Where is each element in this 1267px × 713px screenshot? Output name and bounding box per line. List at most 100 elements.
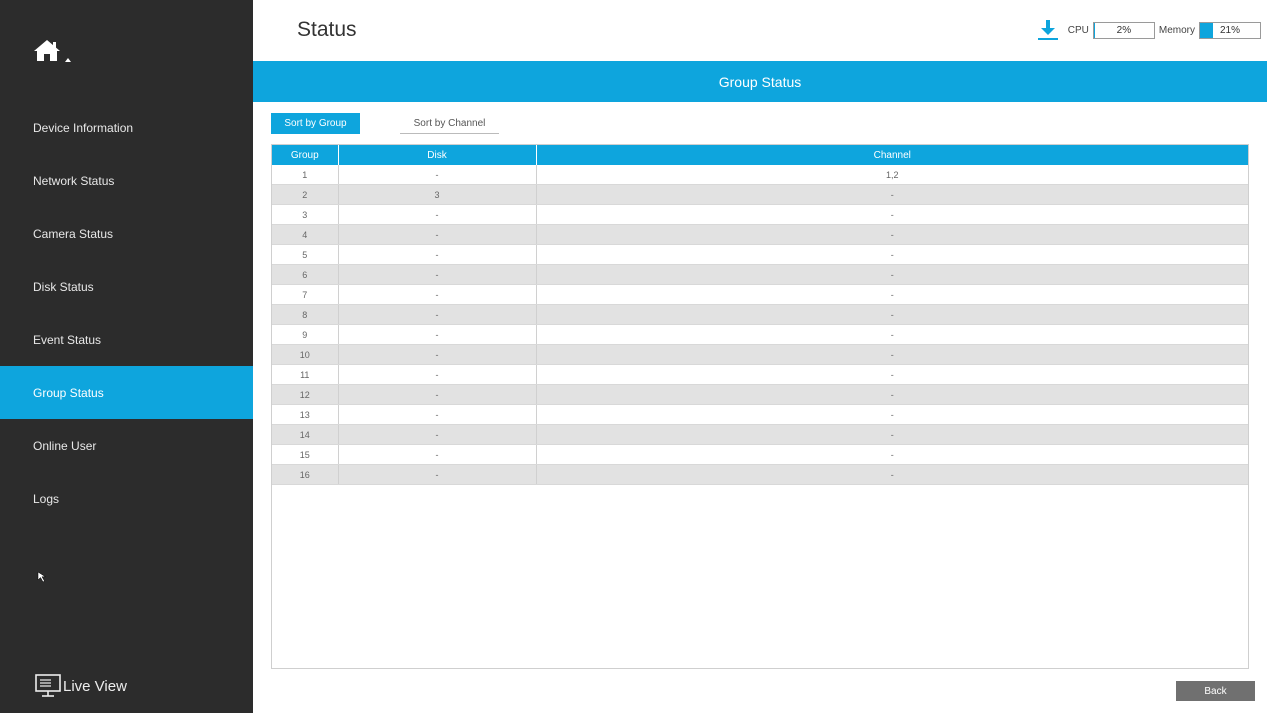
table-row[interactable]: 9-- (272, 324, 1248, 345)
cpu-usage-value: 2% (1116, 24, 1132, 36)
section-title-bar: Group Status (253, 61, 1267, 102)
cpu-usage-meter: 2% (1092, 21, 1155, 39)
cell-disk: - (338, 244, 537, 265)
monitor-icon (35, 674, 61, 697)
cpu-usage-fill (1093, 22, 1096, 38)
sidebar-item-label: Event Status (33, 332, 102, 347)
table-row[interactable]: 14- - (272, 424, 1248, 445)
memory-usage-fill (1200, 22, 1213, 38)
table-row[interactable]: 7-- (272, 284, 1248, 305)
sidebar-item-label: Group Status (33, 385, 104, 400)
column-header-channel: Channel (536, 145, 1248, 165)
table-row[interactable]: 5-- (272, 244, 1248, 265)
cell-disk: - (338, 224, 537, 245)
cell-channel: 1,2 (536, 165, 1248, 185)
table-row[interactable]: 3-- (272, 204, 1248, 225)
sidebar-item-label: Network Status (33, 173, 115, 188)
cell-disk: - (338, 165, 537, 185)
memory-usage-value: 21% (1219, 24, 1240, 36)
tab-sort-by-channel[interactable]: Sort by Channel (400, 113, 499, 134)
cell-disk: - (338, 304, 537, 325)
live-view-button[interactable]: Live View (35, 674, 127, 698)
cell-channel: - (536, 204, 1248, 225)
cell-group: 14 (272, 424, 339, 445)
sidebar-item-network-status[interactable]: Network Status (0, 154, 253, 207)
cell-channel: - (536, 364, 1248, 385)
system-monitor: CPU 2% Memory 21% (1037, 19, 1261, 41)
tab-label: Sort by Channel (413, 117, 486, 129)
cell-group: 10 (272, 344, 339, 365)
cell-disk: - (338, 384, 537, 405)
group-status-table: Group Disk Channel 1-1,2 2 3-3- -4- -5- -6- -7… (271, 144, 1249, 669)
sidebar-item-label: Logs (33, 491, 60, 506)
cell-disk: - (338, 364, 537, 385)
live-view-label: Live View (63, 677, 127, 695)
cell-channel: - (536, 224, 1248, 245)
cell-group: 15 (272, 444, 339, 465)
cell-group: 4 (272, 224, 339, 245)
cell-channel: - (536, 184, 1248, 205)
memory-label: Memory (1158, 24, 1195, 36)
cell-group: 16 (272, 464, 339, 485)
tab-label: Sort by Group (284, 118, 347, 129)
mouse-cursor-icon (37, 571, 47, 583)
cpu-label: CPU (1067, 24, 1089, 36)
column-header-group: Group (272, 145, 339, 165)
back-button-label: Back (1204, 685, 1227, 697)
sidebar-item-label: Camera Status (33, 226, 114, 241)
table-row[interactable]: 10- - (272, 344, 1248, 365)
cell-group: 8 (272, 304, 339, 325)
table-row[interactable]: 6-- (272, 264, 1248, 285)
cell-channel: - (536, 344, 1248, 365)
cell-group: 1 (272, 165, 339, 185)
cell-group: 5 (272, 244, 339, 265)
cell-channel: - (536, 284, 1248, 305)
table-row[interactable]: 4-- (272, 224, 1248, 245)
table-row[interactable]: 12- - (272, 384, 1248, 405)
sidebar-item-event-status[interactable]: Event Status (0, 313, 253, 366)
cell-group: 3 (272, 204, 339, 225)
download-icon[interactable] (1037, 19, 1059, 41)
sidebar-item-label: Disk Status (33, 279, 94, 294)
cell-disk: - (338, 464, 537, 485)
cell-channel: - (536, 464, 1248, 485)
table-row[interactable]: 8-- (272, 304, 1248, 325)
table-row[interactable]: 15- - (272, 444, 1248, 465)
cell-channel: - (536, 384, 1248, 405)
page-title: Status (297, 18, 357, 41)
memory-usage-meter: 21% (1199, 21, 1261, 39)
cell-channel: - (536, 424, 1248, 445)
back-button[interactable]: Back (1176, 681, 1255, 701)
cell-channel: - (536, 404, 1248, 425)
cell-disk: - (338, 424, 537, 445)
table-row[interactable]: 11- - (272, 364, 1248, 385)
cell-disk: - (338, 444, 537, 465)
cell-channel: - (536, 324, 1248, 345)
table-row[interactable]: 1-1,2 (272, 165, 1248, 185)
cell-channel: - (536, 304, 1248, 325)
sidebar-item-group-status[interactable]: Group Status (0, 366, 253, 419)
cell-disk: - (338, 284, 537, 305)
sidebar-item-disk-status[interactable]: Disk Status (0, 260, 253, 313)
cell-channel: - (536, 264, 1248, 285)
cell-group: 6 (272, 264, 339, 285)
table-row[interactable]: 13- - (272, 404, 1248, 425)
cell-group: 7 (272, 284, 339, 305)
home-icon[interactable] (33, 38, 73, 68)
cell-group: 9 (272, 324, 339, 345)
sidebar-item-device-information[interactable]: Device Information (0, 101, 253, 154)
section-title: Group Status (718, 73, 802, 90)
table-row[interactable]: 16- - (272, 464, 1248, 485)
sidebar-item-online-user[interactable]: Online User (0, 419, 253, 472)
sidebar-item-label: Device Information (33, 120, 134, 135)
sidebar-item-logs[interactable]: Logs (0, 472, 253, 525)
tab-sort-by-group[interactable]: Sort by Group (271, 113, 360, 134)
column-header-disk: Disk (338, 145, 537, 165)
sidebar: Device Information Network Status Camera… (0, 0, 253, 713)
cell-group: 2 (272, 184, 339, 205)
table-row[interactable]: 23- (272, 184, 1248, 205)
sidebar-item-camera-status[interactable]: Camera Status (0, 207, 253, 260)
cell-group: 11 (272, 364, 339, 385)
sidebar-item-label: Online User (33, 438, 97, 453)
cell-channel: - (536, 244, 1248, 265)
